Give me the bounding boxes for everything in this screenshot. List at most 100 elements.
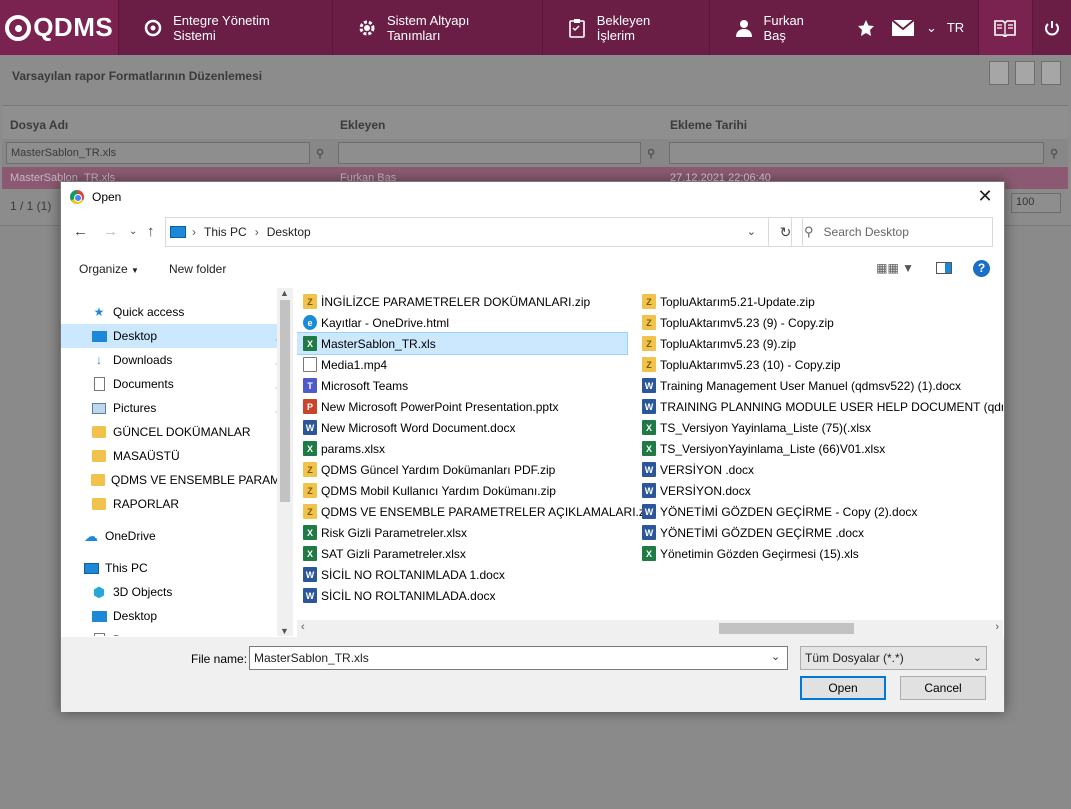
nav-folder[interactable]: RAPORLAR — [61, 492, 293, 516]
close-icon[interactable]: ✕ — [974, 186, 996, 206]
page-size-select[interactable]: 100 — [1011, 193, 1061, 213]
file-item[interactable]: W New Microsoft Word Document.docx — [297, 417, 627, 438]
chevron-down-icon[interactable]: ⌄ — [747, 225, 756, 238]
breadcrumb-desktop[interactable]: Desktop — [267, 225, 311, 239]
column-header[interactable]: Ekleyen — [332, 106, 662, 139]
file-item[interactable]: W YÖNETİMİ GÖZDEN GEÇİRME .docx — [636, 522, 1003, 543]
filter-input[interactable] — [337, 142, 641, 164]
file-item[interactable]: X MasterSablon_TR.xls — [297, 332, 628, 355]
file-name: TS_VersiyonYayinlama_Liste (66)V01.xlsx — [660, 441, 886, 456]
file-item[interactable]: Z QDMS VE ENSEMBLE PARAMETRELER AÇIKLAMAL… — [297, 501, 654, 522]
file-item[interactable]: X Yönetimin Gözden Geçirmesi (15).xls — [636, 543, 1003, 564]
filter-icon[interactable]: ⚲ — [641, 146, 661, 161]
file-item[interactable]: Z TopluAktarım5.21-Update.zip — [636, 291, 1003, 312]
up-icon[interactable]: ↑ — [147, 223, 155, 240]
file-item[interactable]: Media1.mp4 — [297, 354, 627, 375]
chevron-down-icon[interactable]: ⌄ — [771, 650, 780, 663]
file-name-input[interactable]: MasterSablon_TR.xls — [249, 646, 788, 670]
search-input[interactable]: ⚲ Search Desktop — [791, 217, 993, 247]
logo-q-icon — [5, 14, 32, 41]
file-item[interactable]: W SİCİL NO ROLTANIMLADA.docx — [297, 585, 627, 606]
nav-quick-access[interactable]: ★ Quick access — [61, 300, 293, 324]
breadcrumb-this-pc[interactable]: This PC — [204, 225, 247, 239]
scroll-left-icon[interactable]: ‹ — [301, 621, 305, 633]
scroll-thumb[interactable] — [719, 623, 854, 634]
help-icon[interactable]: ? — [973, 260, 990, 277]
nav-label: Desktop — [113, 609, 158, 623]
nav-folder[interactable]: MASAÜSTÜ — [61, 444, 293, 468]
delete-document-icon[interactable] — [1041, 61, 1061, 85]
file-name: SİCİL NO ROLTANIMLADA.docx — [321, 588, 496, 603]
nav-documents-2[interactable]: D — [61, 628, 293, 636]
nav-this-pc[interactable]: This PC — [61, 556, 293, 580]
file-item[interactable]: X TS_Versiyon Yayinlama_Liste (75)(.xlsx — [636, 417, 1003, 438]
mail-icon[interactable] — [884, 0, 922, 55]
recent-chevron-icon[interactable]: ⌄ — [129, 226, 137, 237]
nav-onedrive[interactable]: ☁ OneDrive — [61, 524, 293, 548]
address-bar[interactable]: › This PC › Desktop ⌄ ↻ — [165, 217, 803, 247]
star-icon[interactable] — [847, 0, 885, 55]
add-document-icon[interactable] — [989, 61, 1009, 85]
power-icon[interactable] — [1031, 0, 1071, 55]
file-item[interactable]: T Microsoft Teams — [297, 375, 627, 396]
nav-folder[interactable]: GÜNCEL DOKÜMANLAR — [61, 420, 293, 444]
file-item[interactable]: X TS_VersiyonYayinlama_Liste (66)V01.xlsx — [636, 438, 1003, 459]
file-item[interactable]: W VERSİYON .docx — [636, 459, 1003, 480]
file-item[interactable]: Z TopluAktarımv5.23 (9) - Copy.zip — [636, 312, 1003, 333]
file-item[interactable]: Xparams.xlsx — [297, 438, 627, 459]
nav-sistem[interactable]: Sistem Altyapı Tanımları — [332, 0, 542, 55]
nav-pictures[interactable]: Pictures📌 — [61, 396, 293, 420]
nav-folder[interactable]: QDMS VE ENSEMBLE PARAMETRI — [61, 468, 293, 492]
nav-user[interactable]: Furkan Baş — [708, 0, 847, 55]
filter-input[interactable]: MasterSablon_TR.xls — [6, 142, 310, 164]
scroll-thumb[interactable] — [280, 300, 290, 502]
preview-pane-icon[interactable] — [936, 262, 952, 274]
file-item[interactable]: W SİCİL NO ROLTANIMLADA 1.docx — [297, 564, 627, 585]
file-item[interactable]: Z TopluAktarımv5.23 (9).zip — [636, 333, 1003, 354]
file-item[interactable]: W YÖNETİMİ GÖZDEN GEÇİRME - Copy (2).docx — [636, 501, 1003, 522]
book-icon[interactable] — [978, 0, 1032, 55]
filter-date-input[interactable] — [668, 142, 1044, 164]
scroll-down-icon[interactable]: ▼ — [280, 626, 289, 636]
open-button[interactable]: Open — [800, 676, 886, 700]
filter-icon[interactable]: ⚲ — [310, 146, 330, 161]
file-item[interactable]: Z QDMS Mobil Kullanıcı Yardım Dokümanı.zi… — [297, 480, 627, 501]
file-item[interactable]: e Kayıtlar - OneDrive.html — [297, 312, 627, 333]
column-header[interactable]: Ekleme Tarihi — [662, 106, 992, 139]
file-item[interactable]: X SAT Gizli Parametreler.xlsx — [297, 543, 627, 564]
qdms-logo[interactable]: QDMS — [0, 0, 119, 55]
scroll-up-icon[interactable]: ▲ — [280, 288, 289, 298]
cancel-button[interactable]: Cancel — [900, 676, 986, 700]
forward-icon[interactable]: → — [103, 223, 118, 240]
filter-icon[interactable]: ⚲ — [1044, 146, 1064, 161]
file-item[interactable]: W VERSİYON.docx — [636, 480, 1003, 501]
new-folder-button[interactable]: New folder — [169, 262, 226, 276]
language-selector[interactable]: ⌄ TR — [922, 0, 978, 55]
document-icon[interactable] — [1015, 61, 1035, 85]
horizontal-scrollbar[interactable]: ‹ › — [297, 620, 1003, 637]
file-item[interactable]: W TRAINING PLANNING MODULE USER HELP DOCU… — [636, 396, 1003, 417]
file-name: TopluAktarımv5.23 (10) - Copy.zip — [660, 357, 841, 372]
file-item[interactable]: Z İNGİLİZCE PARAMETRELER DOKÜMANLARI.zip — [297, 291, 627, 312]
file-item[interactable]: W Training Management User Manuel (qdmsv5… — [636, 375, 1003, 396]
back-icon[interactable]: ← — [73, 223, 88, 240]
column-header[interactable]: Dosya Adı — [2, 106, 332, 139]
file-item[interactable]: X Risk Gizli Parametreler.xlsx — [297, 522, 627, 543]
nav-desktop-2[interactable]: Desktop — [61, 604, 293, 628]
file-type-select[interactable]: Tüm Dosyalar (*.*) ⌄ — [800, 646, 987, 670]
organize-button[interactable]: Organize ▼ — [79, 262, 139, 276]
chevron-down-icon: ⌄ — [972, 652, 982, 664]
nav-desktop[interactable]: Desktop📌 — [61, 324, 293, 348]
view-options-icon[interactable]: ▦▦ ▼ — [876, 261, 914, 275]
file-name: Yönetimin Gözden Geçirmesi (15).xls — [660, 546, 859, 561]
file-item[interactable]: Z TopluAktarımv5.23 (10) - Copy.zip — [636, 354, 1003, 375]
file-item[interactable]: Z QDMS Güncel Yardım Dokümanları PDF.zip — [297, 459, 627, 480]
nav-3d-objects[interactable]: ⬢ 3D Objects — [61, 580, 293, 604]
nav-documents[interactable]: Documents📌 — [61, 372, 293, 396]
nav-bekleyen[interactable]: Bekleyen İşlerim — [542, 0, 709, 55]
nav-scrollbar[interactable]: ▲ ▼ — [277, 288, 293, 636]
scroll-right-icon[interactable]: › — [995, 621, 999, 633]
file-item[interactable]: P New Microsoft PowerPoint Presentation.p… — [297, 396, 627, 417]
nav-downloads[interactable]: ↓Downloads📌 — [61, 348, 293, 372]
nav-entegre[interactable]: Entegre Yönetim Sistemi — [118, 0, 332, 55]
